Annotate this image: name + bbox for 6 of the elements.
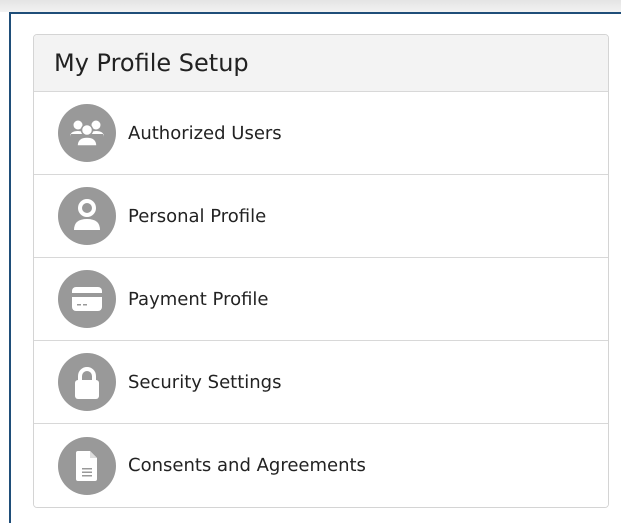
document-icon — [58, 436, 116, 494]
lock-icon — [58, 353, 116, 411]
user-icon — [58, 187, 116, 245]
credit-card-icon — [58, 270, 116, 328]
panel-title: My Profile Setup — [54, 49, 249, 77]
users-icon — [58, 104, 116, 162]
